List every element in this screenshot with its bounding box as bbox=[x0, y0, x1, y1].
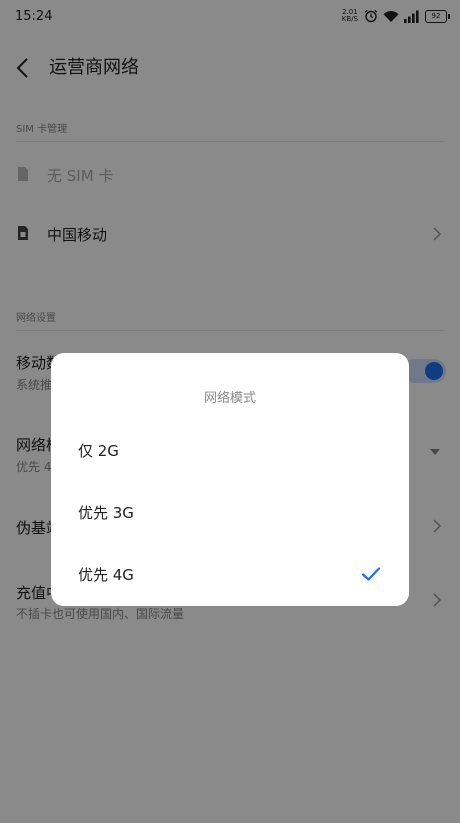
option-label: 优先 4G bbox=[78, 566, 134, 584]
checkmark-icon bbox=[361, 567, 381, 581]
network-mode-dialog: 网络模式 仅 2G 优先 3G 优先 4G bbox=[51, 353, 409, 606]
option-2g-only[interactable]: 仅 2G bbox=[51, 420, 409, 482]
option-label: 优先 3G bbox=[78, 504, 134, 522]
option-prefer-3g[interactable]: 优先 3G bbox=[51, 482, 409, 544]
dialog-title: 网络模式 bbox=[203, 391, 256, 406]
option-prefer-4g[interactable]: 优先 4G bbox=[51, 544, 409, 606]
option-label: 仅 2G bbox=[78, 442, 119, 460]
